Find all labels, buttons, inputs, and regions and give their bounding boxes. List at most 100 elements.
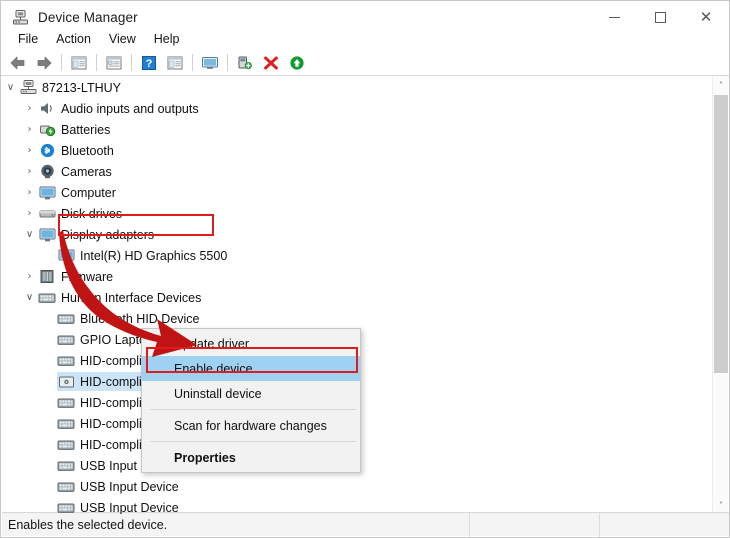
status-cell-2 [599, 512, 729, 537]
view-icon [167, 56, 183, 69]
scrollbar-thumb[interactable] [714, 95, 728, 373]
help-icon: ? [142, 55, 156, 70]
status-bar: Enables the selected device. [2, 512, 729, 537]
update-driver-button[interactable] [233, 52, 257, 74]
tree-item-label: USB Input Device [80, 479, 179, 494]
tree-item-label: Batteries [61, 122, 111, 137]
toolbar-separator-1 [61, 54, 62, 71]
tree-item[interactable]: Bluetooth HID Device [2, 308, 714, 329]
tree-item[interactable]: › Batteries [2, 119, 714, 140]
battery-icon [38, 122, 56, 138]
tree-item-label: Disk drives [61, 206, 123, 221]
update-driver-icon [238, 56, 252, 69]
maximize-icon [654, 11, 666, 23]
tree-item[interactable]: USB Input Device [2, 476, 714, 497]
minimize-icon [608, 16, 620, 18]
context-item-update-driver[interactable]: Update driver [142, 331, 360, 356]
firmware-icon [38, 269, 56, 285]
tree-item-label: Intel(R) HD Graphics 5500 [80, 248, 228, 263]
tree-root-item[interactable]: ∨ 87213-LTHUY [2, 77, 714, 98]
chevron-right-icon[interactable]: › [21, 208, 38, 219]
window-title: Device Manager [38, 9, 138, 25]
back-icon [10, 56, 25, 69]
computer-icon [38, 185, 56, 201]
tree-item-label: USB Input Device [80, 500, 179, 515]
tree-item-label: Bluetooth HID Device [80, 311, 200, 326]
menu-view[interactable]: View [100, 30, 145, 48]
hid-icon [57, 311, 75, 327]
hid-icon [57, 437, 75, 453]
tree-item[interactable]: › Cameras [2, 161, 714, 182]
display-icon [202, 56, 218, 69]
chevron-down-icon[interactable]: ∨ [2, 82, 19, 93]
speaker-icon [38, 101, 56, 117]
close-icon: ✕ [699, 7, 713, 26]
context-item-properties[interactable]: Properties [142, 445, 360, 470]
chevron-right-icon[interactable]: › [21, 124, 38, 135]
toolbar-separator-4 [192, 54, 193, 71]
tree-item[interactable]: ∨ Display adapters [2, 224, 714, 245]
chevron-right-icon[interactable]: › [21, 103, 38, 114]
tree-item-label: Audio inputs and outputs [61, 101, 199, 116]
context-separator-1 [150, 409, 356, 410]
tree-item-label: Bluetooth [61, 143, 114, 158]
tree-item[interactable]: › Audio inputs and outputs [2, 98, 714, 119]
display-adapter-icon [38, 227, 56, 243]
toolbar-separator-2 [96, 54, 97, 71]
properties-button[interactable] [102, 52, 126, 74]
hid-icon [38, 290, 56, 306]
show-hide-console-tree-icon [71, 56, 87, 69]
hid-icon [57, 395, 75, 411]
back-button[interactable] [6, 52, 30, 74]
tree-item[interactable]: Intel(R) HD Graphics 5500 [2, 245, 714, 266]
computer-root-icon [19, 80, 37, 96]
hid-icon [57, 332, 75, 348]
chevron-right-icon[interactable]: › [21, 187, 38, 198]
chevron-right-icon[interactable]: › [21, 166, 38, 177]
tree-item[interactable]: › Disk drives [2, 203, 714, 224]
context-item-scan-for-hardware-changes[interactable]: Scan for hardware changes [142, 413, 360, 438]
context-separator-2 [150, 441, 356, 442]
tree-item[interactable]: ∨ Human Interface Devices [2, 287, 714, 308]
help-button[interactable]: ? [137, 52, 161, 74]
menu-bar: File Action View Help [1, 28, 729, 50]
tree-item-label: Display adapters [61, 227, 155, 242]
scan-hardware-changes-icon [290, 55, 304, 70]
chevron-down-icon[interactable]: ∨ [21, 292, 38, 303]
tree-item[interactable]: › Firmware [2, 266, 714, 287]
chevron-right-icon[interactable]: › [21, 271, 38, 282]
forward-button[interactable] [32, 52, 56, 74]
forward-icon [37, 56, 52, 69]
vertical-scrollbar[interactable]: ˄ ˅ [712, 77, 728, 514]
context-item-uninstall-device[interactable]: Uninstall device [142, 381, 360, 406]
device-manager-icon [12, 9, 29, 26]
scan-hardware-changes-button[interactable] [285, 52, 309, 74]
touchscreen-icon [57, 374, 75, 390]
chevron-down-icon[interactable]: ∨ [21, 229, 38, 240]
menu-file[interactable]: File [9, 30, 47, 48]
tree-item[interactable]: › Computer [2, 182, 714, 203]
tree-item-label: 87213-LTHUY [42, 80, 121, 95]
uninstall-device-icon [264, 56, 278, 69]
status-cell-1 [469, 512, 599, 537]
hid-icon [57, 353, 75, 369]
display-button[interactable] [198, 52, 222, 74]
chevron-right-icon[interactable]: › [21, 145, 38, 156]
toolbar: ? [1, 50, 729, 76]
context-menu[interactable]: Update driver Enable device Uninstall devi… [141, 328, 361, 473]
tree-item-label: Cameras [61, 164, 112, 179]
properties-icon [106, 56, 122, 69]
scroll-up-button[interactable]: ˄ [713, 77, 729, 94]
show-hide-console-tree-button[interactable] [67, 52, 91, 74]
status-message: Enables the selected device. [8, 517, 168, 532]
tree-item[interactable]: › Bluetooth [2, 140, 714, 161]
context-item-enable-device[interactable]: Enable device [142, 356, 360, 381]
bluetooth-icon [38, 143, 56, 159]
view-button[interactable] [163, 52, 187, 74]
uninstall-device-button[interactable] [259, 52, 283, 74]
device-manager-window: Device Manager ✕ File Action View Help ?… [0, 0, 730, 538]
menu-action[interactable]: Action [47, 30, 100, 48]
toolbar-separator-5 [227, 54, 228, 71]
menu-help[interactable]: Help [145, 30, 189, 48]
display-adapter-icon [57, 248, 75, 264]
